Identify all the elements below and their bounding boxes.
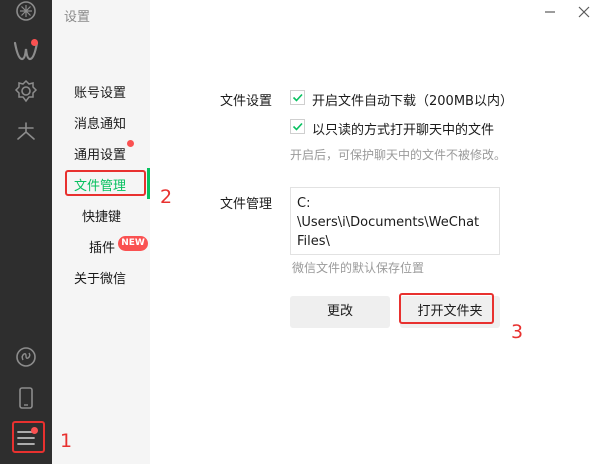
annotation-number: 3: [511, 321, 524, 343]
minimize-icon[interactable]: [540, 2, 560, 22]
left-rail: [0, 0, 52, 464]
settings-nav: [52, 0, 150, 464]
annotation-box-menu: [12, 421, 45, 453]
window-title: 设置: [64, 10, 91, 25]
moments-badge-dot: [31, 39, 38, 46]
read-only-label[interactable]: 以只读的方式打开聊天中的文件: [312, 119, 494, 138]
file-settings-label: 文件设置: [220, 94, 273, 109]
mini-program-icon[interactable]: [12, 343, 40, 371]
file-path-line: Files\: [297, 234, 330, 249]
auto-download-label[interactable]: 开启文件自动下载（200MB以内）: [312, 90, 513, 109]
settings-gear-icon[interactable]: [12, 77, 40, 105]
phone-icon[interactable]: [12, 384, 40, 412]
read-only-hint: 开启后，可保护聊天中的文件不被修改。: [290, 148, 507, 162]
annotation-number: 2: [160, 186, 173, 208]
nav-item-shortcuts[interactable]: 快捷键: [82, 206, 121, 225]
file-path-line: C:: [297, 196, 311, 211]
active-indicator: [147, 168, 150, 199]
close-icon[interactable]: [574, 2, 594, 22]
nav-item-about[interactable]: 关于微信: [74, 268, 126, 287]
annotation-box-open-folder: [399, 293, 494, 324]
auto-download-checkbox[interactable]: [290, 90, 305, 105]
new-badge: NEW: [118, 236, 148, 251]
nav-item-notifications[interactable]: 消息通知: [74, 113, 126, 132]
annotation-box-file-management: [65, 170, 146, 196]
annotation-number: 1: [60, 430, 73, 452]
file-path-field: C: \Users\i\Documents\WeChat Files\: [290, 187, 500, 255]
settings-window: 设置 账号设置 消息通知 通用设置 文件管理 快捷键 插件 NEW 关于微信 文…: [0, 0, 603, 464]
change-button[interactable]: 更改: [290, 296, 390, 328]
nav-item-general[interactable]: 通用设置: [74, 144, 126, 163]
save-location-hint: 微信文件的默认保存位置: [292, 261, 425, 275]
sparkle-icon[interactable]: [12, 118, 40, 146]
file-path-line: \Users\i\Documents\WeChat: [297, 215, 480, 230]
file-management-label: 文件管理: [220, 197, 273, 212]
read-only-checkbox[interactable]: [290, 119, 305, 134]
general-badge-dot: [127, 140, 134, 147]
nav-item-account[interactable]: 账号设置: [74, 82, 126, 101]
nav-item-plugins[interactable]: 插件: [89, 237, 115, 256]
chats-icon[interactable]: [12, 0, 40, 28]
